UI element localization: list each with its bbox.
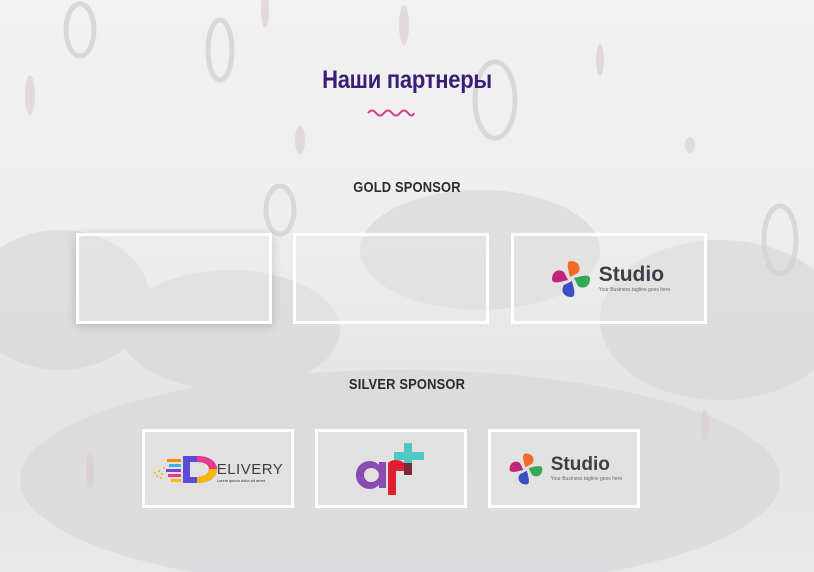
delivery-logo: ELIVERY Lorem ipsum dolor sit amet <box>153 453 284 485</box>
studio-logo-icon <box>509 452 543 485</box>
delivery-logo-icon <box>153 455 217 483</box>
studio-logo-icon <box>551 260 590 297</box>
studio-logo-name: Studio <box>550 454 610 475</box>
studio-logo-name: Studio <box>598 263 665 286</box>
delivery-logo-tagline: Lorem ipsum dolor sit amet <box>216 477 265 483</box>
art-logo <box>356 442 424 495</box>
silver-sponsor-card-3[interactable]: Studio Your Business tagline goes here <box>488 429 640 508</box>
studio-logo-tagline: Your Business tagline goes here <box>598 287 671 293</box>
studio-logo-tagline: Your Business tagline goes here <box>550 476 623 482</box>
studio-logo: Studio Your Business tagline goes here <box>548 257 671 301</box>
delivery-logo-name: ELIVERY <box>216 460 284 478</box>
silver-sponsor-card-1[interactable]: ELIVERY Lorem ipsum dolor sit amet <box>142 429 294 508</box>
gold-sponsor-heading: GOLD SPONSOR <box>353 179 461 196</box>
gold-sponsor-card-2[interactable] <box>293 233 489 324</box>
section-title: Наши партнеры <box>322 66 492 94</box>
studio-logo: Studio Your Business tagline goes here <box>506 450 623 488</box>
gold-sponsor-card-3[interactable]: Studio Your Business tagline goes here <box>511 233 707 324</box>
gold-sponsor-card-1[interactable] <box>76 233 272 324</box>
silver-sponsor-heading: SILVER SPONSOR <box>348 376 466 393</box>
silver-sponsor-card-2[interactable] <box>315 429 467 508</box>
title-squiggle-divider <box>367 109 415 117</box>
